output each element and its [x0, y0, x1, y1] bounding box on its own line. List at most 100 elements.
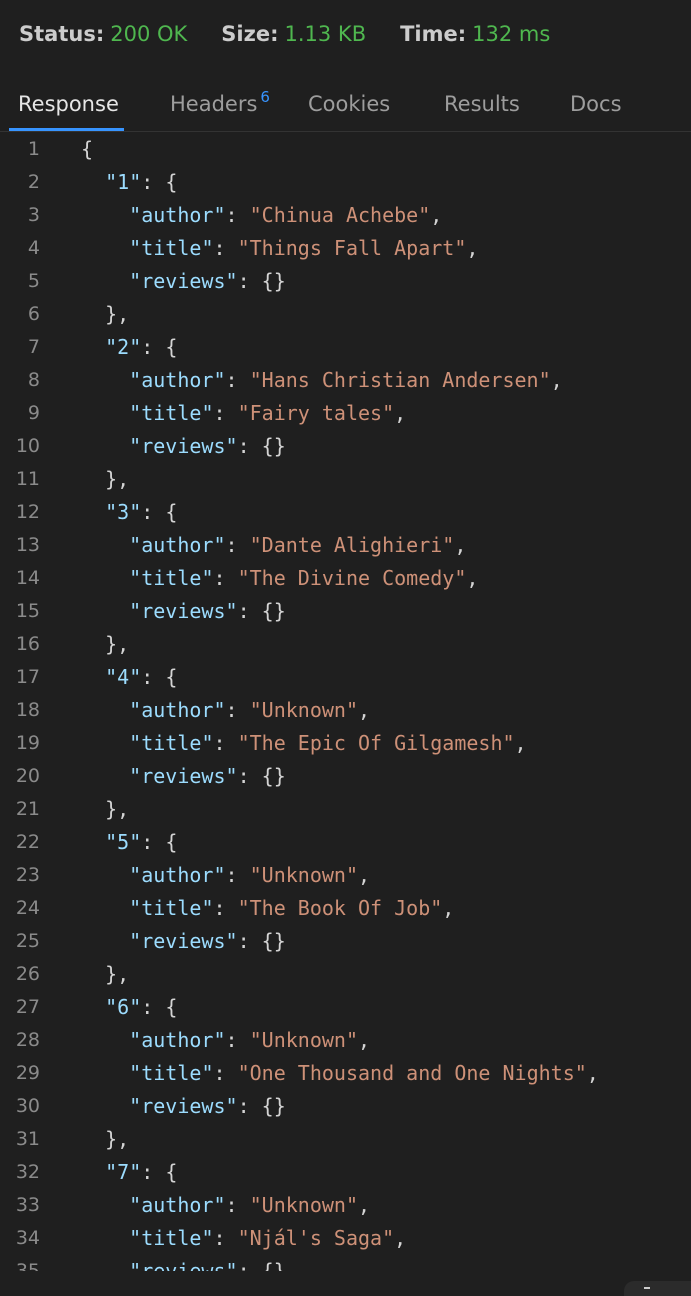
code-text: "5": {: [105, 830, 178, 854]
code-text: "author": "Unknown",: [129, 863, 371, 887]
line-number: 19: [15, 732, 40, 754]
code-text: "7": {: [105, 1160, 178, 1184]
line-number: 31: [15, 1128, 40, 1150]
line-number: 4: [27, 237, 40, 259]
json-reviews-line: 5 "reviews": {}: [0, 265, 691, 298]
json-title-line: 9 "title": "Fairy tales",: [0, 397, 691, 430]
line-number: 25: [15, 930, 40, 952]
reviews-key: reviews: [141, 599, 226, 623]
title-key: title: [141, 401, 202, 425]
title-value: The Divine Comedy: [249, 566, 455, 590]
line-number: 33: [15, 1194, 40, 1216]
line-number: 29: [15, 1062, 40, 1084]
line-number: 5: [27, 270, 40, 292]
headers-count-badge: 6: [260, 88, 270, 106]
status-value: 200 OK: [110, 22, 188, 46]
reviews-key: reviews: [141, 1259, 226, 1271]
status-stat: Status: 200 OK: [19, 22, 187, 46]
author-value: Hans Christian Andersen: [261, 368, 539, 392]
tab-headers-label: Headers: [170, 92, 258, 116]
author-key: author: [141, 1028, 214, 1052]
json-close-brace-line: 26 },: [0, 958, 691, 991]
json-object-key-line: 32 "7": {: [0, 1156, 691, 1189]
code-text: "author": "Unknown",: [129, 1028, 371, 1052]
line-number: 13: [15, 534, 40, 556]
line-number: 18: [15, 699, 40, 721]
author-value: Dante Alighieri: [261, 533, 443, 557]
json-object-key-line: 12 "3": {: [0, 496, 691, 529]
author-value: Unknown: [261, 863, 346, 887]
reviews-value: {}: [261, 764, 286, 788]
size-label: Size:: [221, 22, 279, 46]
status-label: Status:: [19, 22, 105, 46]
code-text: "6": {: [105, 995, 178, 1019]
line-number: 6: [27, 303, 40, 325]
json-close-brace-line: 21 },: [0, 793, 691, 826]
json-reviews-line: 20 "reviews": {}: [0, 760, 691, 793]
json-title-line: 24 "title": "The Book Of Job",: [0, 892, 691, 925]
tab-response[interactable]: Response: [18, 92, 119, 116]
line-number: 27: [15, 996, 40, 1018]
code-text: "reviews": {}: [129, 269, 286, 293]
code-text: "reviews": {}: [129, 434, 286, 458]
author-value: Unknown: [261, 1193, 346, 1217]
json-reviews-line: 30 "reviews": {}: [0, 1090, 691, 1123]
line-number: 23: [15, 864, 40, 886]
code-text: },: [81, 797, 130, 821]
book-id-key: 5: [117, 830, 130, 854]
line-number: 3: [27, 204, 40, 226]
size-stat: Size: 1.13 KB: [221, 22, 366, 46]
line-number: 9: [27, 402, 40, 424]
time-value: 132 ms: [472, 22, 551, 46]
line-number: 21: [15, 798, 40, 820]
line-number: 24: [15, 897, 40, 919]
author-key: author: [141, 698, 214, 722]
code-text: "reviews": {}: [81, 1255, 286, 1271]
json-author-line: 23 "author": "Unknown",: [0, 859, 691, 892]
code-text: "4": {: [105, 665, 178, 689]
author-key: author: [141, 533, 214, 557]
reviews-key: reviews: [141, 764, 226, 788]
reviews-key: reviews: [141, 269, 226, 293]
code-text: "author": "Unknown",: [129, 1193, 371, 1217]
code-text: },: [81, 302, 130, 326]
code-text: "author": "Dante Alighieri",: [129, 533, 467, 557]
size-value: 1.13 KB: [284, 22, 367, 46]
json-author-line: 8 "author": "Hans Christian Andersen",: [0, 364, 691, 397]
json-open-brace: 1{: [0, 133, 691, 166]
title-value: The Epic Of Gilgamesh: [249, 731, 503, 755]
reviews-value: {}: [261, 1094, 286, 1118]
title-key: title: [141, 566, 202, 590]
tab-headers[interactable]: Headers 6: [170, 88, 270, 116]
json-reviews-line: 10 "reviews": {}: [0, 430, 691, 463]
tab-cookies[interactable]: Cookies: [308, 92, 390, 116]
response-json-viewer[interactable]: 1{2 "1": {3 "author": "Chinua Achebe", 4 …: [0, 133, 691, 1271]
json-object-key-line: 17 "4": {: [0, 661, 691, 694]
title-key: title: [141, 1226, 202, 1250]
json-object-key-line: 2 "1": {: [0, 166, 691, 199]
title-value: Njál's Saga: [249, 1226, 383, 1250]
code-text: },: [81, 467, 130, 491]
json-title-line: 4 "title": "Things Fall Apart",: [0, 232, 691, 265]
time-stat: Time: 132 ms: [400, 22, 550, 46]
json-reviews-line: 35 "reviews": {}: [0, 1255, 691, 1271]
line-number: 16: [15, 633, 40, 655]
json-object-key-line: 27 "6": {: [0, 991, 691, 1024]
author-key: author: [141, 863, 214, 887]
corner-widget[interactable]: [624, 1281, 691, 1296]
code-text: "1": {: [105, 170, 178, 194]
book-id-key: 6: [117, 995, 130, 1019]
book-id-key: 7: [117, 1160, 130, 1184]
tab-docs[interactable]: Docs: [570, 92, 622, 116]
author-value: Unknown: [261, 698, 346, 722]
author-key: author: [141, 368, 214, 392]
code-text: "author": "Hans Christian Andersen",: [129, 368, 563, 392]
reviews-value: {}: [261, 599, 286, 623]
reviews-key: reviews: [141, 1094, 226, 1118]
title-value: Things Fall Apart: [249, 236, 455, 260]
tab-results[interactable]: Results: [444, 92, 520, 116]
code-text: "author": "Unknown",: [129, 698, 371, 722]
code-text: "title": "Fairy tales",: [129, 401, 407, 425]
json-close-brace-line: 11 },: [0, 463, 691, 496]
line-number: 7: [27, 336, 40, 358]
